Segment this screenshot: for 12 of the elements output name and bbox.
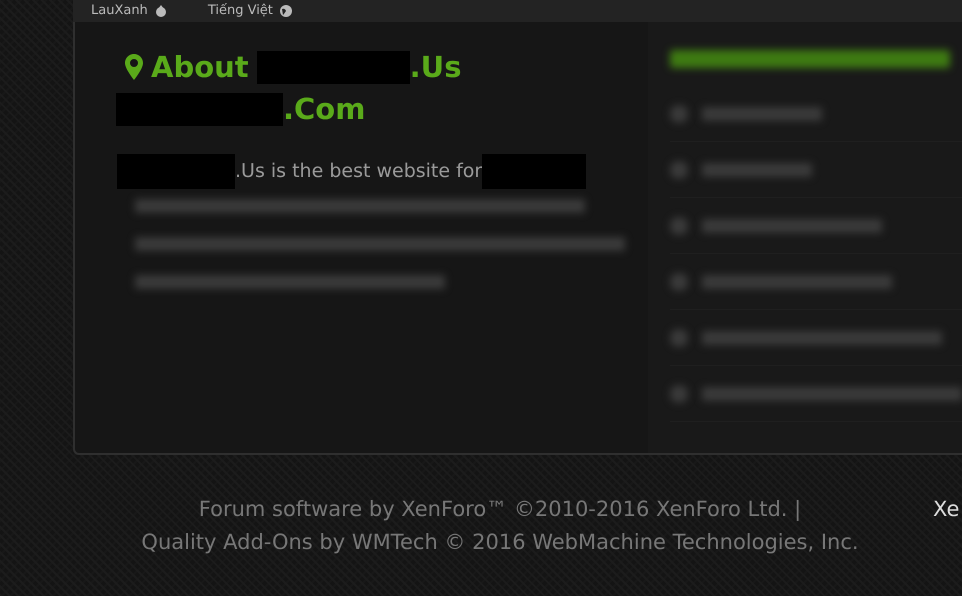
- heading-text: About: [151, 49, 249, 86]
- footer-link[interactable]: Xe: [933, 493, 960, 559]
- heading-text: .Us: [410, 49, 462, 86]
- footer-text: Quality Add-Ons by WMTech © 2016 WebMachine Technologies, Inc.: [140, 529, 860, 556]
- language-link[interactable]: Tiếng Việt: [208, 1, 293, 21]
- description-text: .Us is the best website for: [235, 159, 482, 184]
- footer-text: Forum software by XenForo™ ©2010-2016 XenForo Ltd. |: [198, 496, 802, 523]
- drop-icon: [154, 4, 168, 18]
- map-pin-icon: [125, 54, 143, 80]
- globe-icon: [278, 4, 293, 18]
- language-link[interactable]: LauXanh: [91, 1, 168, 21]
- heading-text: .Com: [283, 91, 366, 128]
